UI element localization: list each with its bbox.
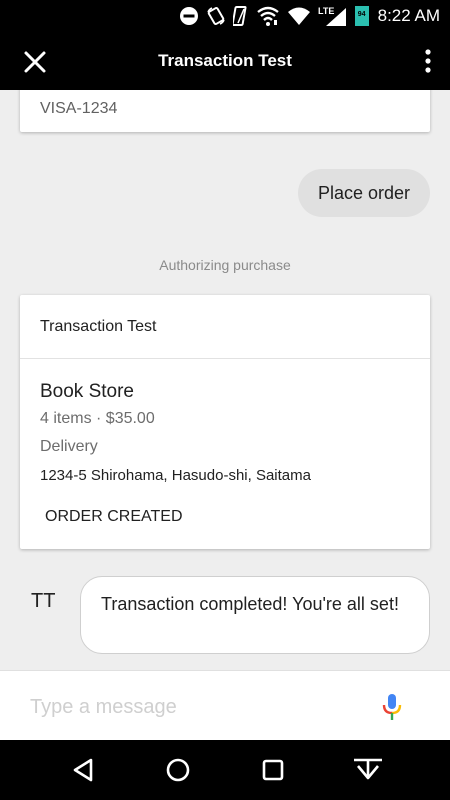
- app-title: Transaction Test: [158, 51, 292, 70]
- vibrate-icon: [232, 5, 249, 27]
- bot-message-bubble: Transaction completed! You're all set!: [80, 576, 430, 654]
- order-status: ORDER CREATED: [45, 508, 183, 525]
- hide-keyboard-button[interactable]: [352, 756, 384, 784]
- more-vert-icon: [425, 49, 431, 73]
- battery-icon: 94: [354, 6, 369, 26]
- order-summary: 4 items · $35.00: [40, 410, 155, 427]
- payment-method: VISA-1234: [40, 100, 118, 117]
- mic-button[interactable]: [381, 693, 403, 721]
- lte-signal-icon: LTE: [318, 5, 348, 27]
- conversation[interactable]: VISA-1234 Place order Authorizing purcha…: [0, 90, 450, 670]
- close-button[interactable]: [22, 49, 48, 75]
- nav-bar: [0, 740, 450, 800]
- back-icon: [73, 758, 93, 782]
- status-time: 8:22 AM: [377, 6, 440, 25]
- network-label: LTE: [318, 6, 334, 16]
- more-options-button[interactable]: [422, 48, 434, 74]
- hide-keyboard-icon: [354, 758, 382, 780]
- status-bar: LTE 94 8:22 AM: [0, 0, 450, 32]
- fulfillment-type: Delivery: [40, 438, 98, 455]
- close-icon: [24, 51, 46, 73]
- status-note: Authorizing purchase: [159, 257, 291, 273]
- home-icon: [166, 758, 190, 782]
- wifi-calling-icon: [256, 5, 280, 27]
- payment-card: VISA-1234: [20, 90, 430, 132]
- user-message-bubble: Place order: [297, 169, 430, 217]
- rotate-icon: [206, 6, 226, 26]
- battery-level: 94: [357, 11, 366, 18]
- order-card-header: Transaction Test: [20, 295, 430, 359]
- store-name: Book Store: [40, 381, 134, 402]
- wifi-icon: [287, 6, 311, 26]
- app-bar: Transaction Test: [0, 32, 450, 90]
- back-button[interactable]: [69, 756, 97, 784]
- home-button[interactable]: [164, 756, 192, 784]
- do-not-disturb-icon: [179, 6, 199, 26]
- bot-avatar: TT: [31, 590, 56, 612]
- delivery-address: 1234-5 Shirohama, Hasudo-shi, Saitama: [40, 467, 311, 484]
- mic-icon: [382, 694, 402, 720]
- message-input[interactable]: [30, 689, 360, 725]
- recents-icon: [262, 759, 284, 781]
- order-card[interactable]: Transaction Test Book Store 4 items · $3…: [20, 295, 430, 549]
- screen: LTE 94 8:22 AM Transaction Test VISA-123…: [0, 0, 450, 800]
- recents-button[interactable]: [259, 756, 287, 784]
- input-bar: [0, 670, 450, 740]
